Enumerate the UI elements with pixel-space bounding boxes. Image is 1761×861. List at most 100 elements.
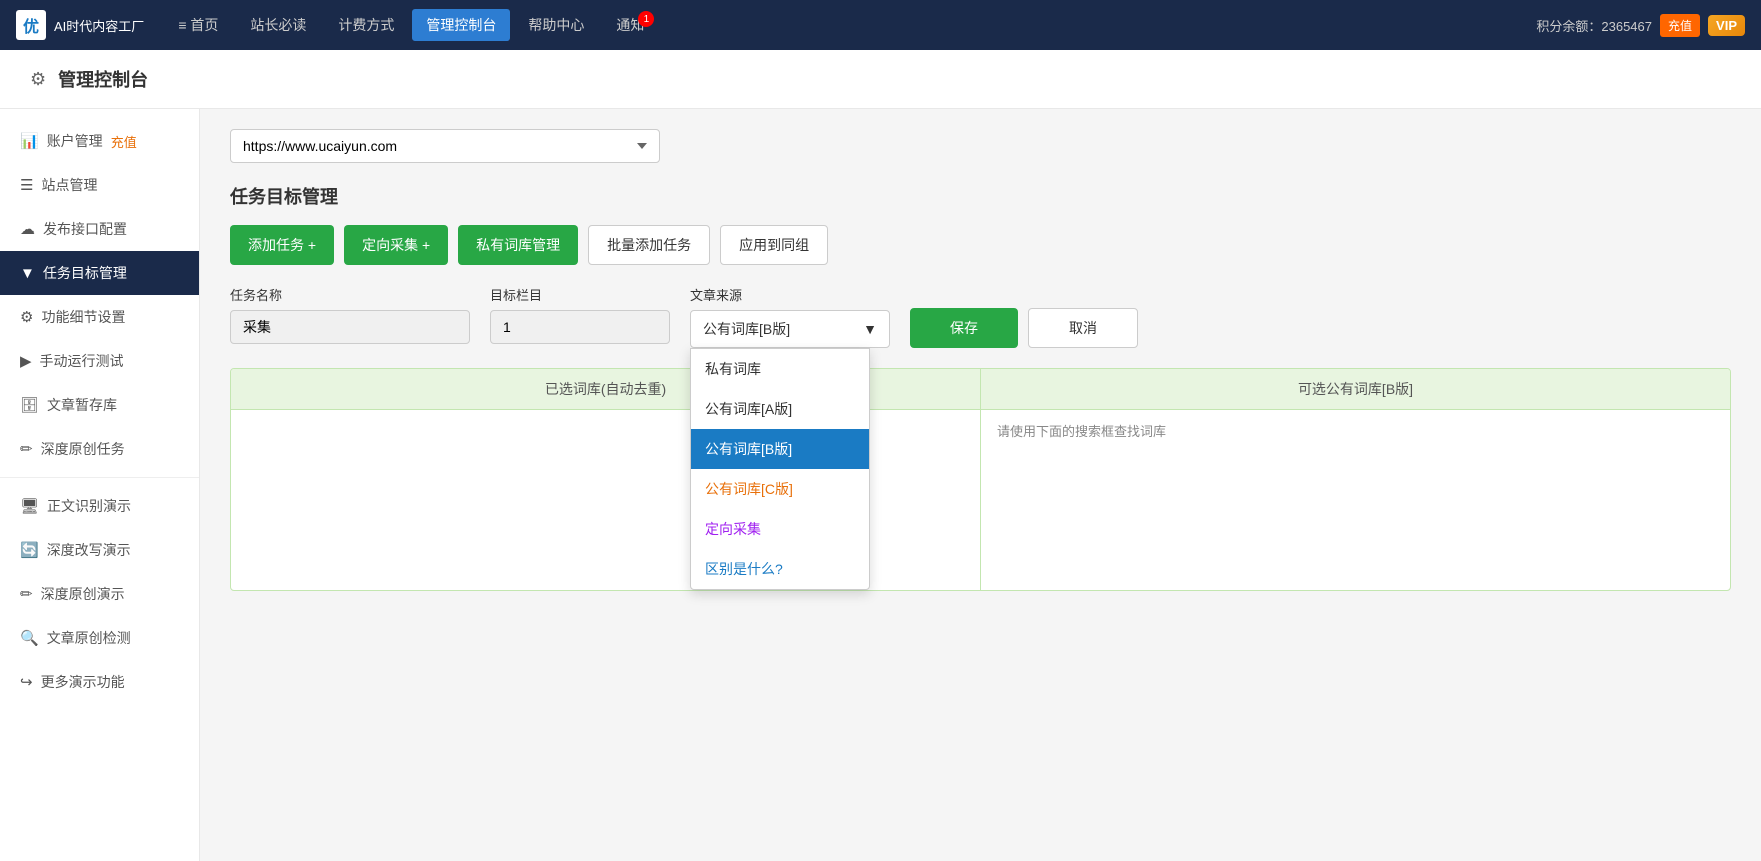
directed-collect-button[interactable]: 定向采集 + bbox=[344, 225, 448, 265]
sidebar-label-demo3: 深度原创演示 bbox=[41, 584, 125, 604]
source-group: 文章来源 公有词库[B版] ▼ 私有词库 公有词库[A版] 公有词库[B版] 公… bbox=[690, 285, 890, 348]
dropdown-public-c[interactable]: 公有词库[C版] bbox=[691, 469, 869, 509]
nav-reading[interactable]: 站长必读 bbox=[236, 9, 320, 41]
sidebar-label-draft: 文章暂存库 bbox=[47, 395, 117, 415]
demo3-icon: ✏ bbox=[20, 585, 33, 603]
points-text: 积分余额：2365467 bbox=[1536, 16, 1652, 35]
site-icon: ☰ bbox=[20, 176, 33, 194]
sidebar-item-draft[interactable]: 🗄 文章暂存库 bbox=[0, 383, 199, 427]
public-lib-col: 可选公有词库[B版] 请使用下面的搜索框查找词库 bbox=[981, 369, 1730, 590]
sidebar-divider bbox=[0, 477, 199, 478]
target-column-group: 目标栏目 bbox=[490, 285, 670, 344]
page-header: ⚙ 管理控制台 bbox=[0, 50, 1761, 109]
sidebar-label-demo1: 正文识别演示 bbox=[47, 496, 131, 516]
save-button[interactable]: 保存 bbox=[910, 308, 1018, 348]
publish-icon: ☁ bbox=[20, 220, 35, 238]
nav-pricing[interactable]: 计费方式 bbox=[324, 9, 408, 41]
main-content: https://www.ucaiyun.com 任务目标管理 添加任务 + 定向… bbox=[200, 109, 1761, 861]
url-select[interactable]: https://www.ucaiyun.com bbox=[230, 129, 660, 163]
sidebar: 📊 账户管理 充值 ☰ 站点管理 ☁ 发布接口配置 ▼ 任务目标管理 ⚙ 功能细… bbox=[0, 109, 200, 861]
sidebar-label-run: 手动运行测试 bbox=[40, 351, 124, 371]
nav-help[interactable]: 帮助中心 bbox=[514, 9, 598, 41]
logo-text: AI时代内容工厂 bbox=[54, 16, 144, 35]
demo1-icon: 🖥 bbox=[20, 497, 39, 515]
draft-icon: 🗄 bbox=[20, 396, 39, 414]
sidebar-item-demo3[interactable]: ✏ 深度原创演示 bbox=[0, 572, 199, 616]
action-buttons: 添加任务 + 定向采集 + 私有词库管理 批量添加任务 应用到同组 bbox=[230, 225, 1731, 265]
settings-icon: ⚙ bbox=[30, 69, 46, 90]
logo-area: 优 AI时代内容工厂 bbox=[16, 10, 144, 40]
dropdown-directed[interactable]: 定向采集 bbox=[691, 509, 869, 549]
recharge-button[interactable]: 充值 bbox=[1660, 14, 1700, 37]
sidebar-item-more[interactable]: ↪ 更多演示功能 bbox=[0, 660, 199, 704]
sidebar-item-account[interactable]: 📊 账户管理 充值 bbox=[0, 119, 199, 163]
page-title: 管理控制台 bbox=[58, 66, 148, 92]
task-name-label: 任务名称 bbox=[230, 285, 470, 304]
nav-home[interactable]: ≡ 首页 bbox=[164, 9, 232, 41]
nav-right: 积分余额：2365467 充值 VIP bbox=[1536, 14, 1745, 37]
sidebar-item-task[interactable]: ▼ 任务目标管理 bbox=[0, 251, 199, 295]
sidebar-label-original: 深度原创任务 bbox=[41, 439, 125, 459]
batch-add-button[interactable]: 批量添加任务 bbox=[588, 225, 710, 265]
check-icon: 🔍 bbox=[20, 629, 39, 647]
account-icon: 📊 bbox=[20, 132, 39, 150]
section-title: 任务目标管理 bbox=[230, 183, 1731, 209]
apply-group-button[interactable]: 应用到同组 bbox=[720, 225, 828, 265]
form-row: 任务名称 目标栏目 文章来源 公有词库[B版] ▼ 私有词库 bbox=[230, 285, 1731, 348]
cancel-button[interactable]: 取消 bbox=[1028, 308, 1138, 348]
chevron-down-icon: ▼ bbox=[863, 321, 877, 337]
sidebar-item-original[interactable]: ✏ 深度原创任务 bbox=[0, 427, 199, 471]
dropdown-public-b[interactable]: 公有词库[B版] bbox=[691, 429, 869, 469]
dropdown-diff[interactable]: 区别是什么? bbox=[691, 549, 869, 589]
sidebar-item-run[interactable]: ▶ 手动运行测试 bbox=[0, 339, 199, 383]
sidebar-item-site[interactable]: ☰ 站点管理 bbox=[0, 163, 199, 207]
sidebar-label-account: 账户管理 bbox=[47, 131, 103, 151]
nav-dashboard[interactable]: 管理控制台 bbox=[412, 9, 510, 41]
sidebar-label-more: 更多演示功能 bbox=[41, 672, 125, 692]
demo2-icon: 🔄 bbox=[20, 541, 39, 559]
sidebar-item-settings[interactable]: ⚙ 功能细节设置 bbox=[0, 295, 199, 339]
run-icon: ▶ bbox=[20, 352, 32, 370]
more-icon: ↪ bbox=[20, 673, 33, 691]
add-task-button[interactable]: 添加任务 + bbox=[230, 225, 334, 265]
private-lib-button[interactable]: 私有词库管理 bbox=[458, 225, 578, 265]
sidebar-item-publish[interactable]: ☁ 发布接口配置 bbox=[0, 207, 199, 251]
sidebar-item-check[interactable]: 🔍 文章原创检测 bbox=[0, 616, 199, 660]
top-navbar: 优 AI时代内容工厂 ≡ 首页 站长必读 计费方式 管理控制台 帮助中心 通知 … bbox=[0, 0, 1761, 50]
public-lib-body: 请使用下面的搜索框查找词库 bbox=[981, 410, 1730, 590]
public-lib-header: 可选公有词库[B版] bbox=[981, 369, 1730, 410]
task-name-group: 任务名称 bbox=[230, 285, 470, 344]
source-select-button[interactable]: 公有词库[B版] ▼ bbox=[690, 310, 890, 348]
source-dropdown-menu: 私有词库 公有词库[A版] 公有词库[B版] 公有词库[C版] 定向采集 区别是… bbox=[690, 348, 870, 590]
notification-badge: 1 bbox=[638, 11, 654, 27]
sidebar-label-task: 任务目标管理 bbox=[43, 263, 127, 283]
sidebar-label-settings: 功能细节设置 bbox=[41, 307, 125, 327]
vip-badge: VIP bbox=[1708, 15, 1745, 36]
sidebar-label-publish: 发布接口配置 bbox=[43, 219, 127, 239]
dropdown-public-a[interactable]: 公有词库[A版] bbox=[691, 389, 869, 429]
task-icon: ▼ bbox=[20, 265, 35, 282]
sidebar-label-site: 站点管理 bbox=[41, 175, 97, 195]
content-area: 📊 账户管理 充值 ☰ 站点管理 ☁ 发布接口配置 ▼ 任务目标管理 ⚙ 功能细… bbox=[0, 109, 1761, 861]
save-cancel-group: 保存 取消 bbox=[910, 288, 1138, 348]
settings-icon2: ⚙ bbox=[20, 308, 33, 326]
word-lib-table: 已选词库(自动去重) 可选公有词库[B版] 请使用下面的搜索框查找词库 bbox=[230, 368, 1731, 591]
task-name-input[interactable] bbox=[230, 310, 470, 344]
sidebar-label-check: 文章原创检测 bbox=[47, 628, 131, 648]
source-label: 文章来源 bbox=[690, 285, 890, 304]
target-column-label: 目标栏目 bbox=[490, 285, 670, 304]
source-select-value: 公有词库[B版] bbox=[703, 319, 790, 339]
sidebar-label-demo2: 深度改写演示 bbox=[47, 540, 131, 560]
sidebar-item-demo1[interactable]: 🖥 正文识别演示 bbox=[0, 484, 199, 528]
page-container: ⚙ 管理控制台 📊 账户管理 充值 ☰ 站点管理 ☁ 发布接口配置 ▼ 任务目标… bbox=[0, 50, 1761, 861]
sidebar-item-demo2[interactable]: 🔄 深度改写演示 bbox=[0, 528, 199, 572]
url-select-wrap: https://www.ucaiyun.com bbox=[230, 129, 1731, 163]
target-column-input[interactable] bbox=[490, 310, 670, 344]
recharge-link[interactable]: 充值 bbox=[111, 132, 137, 151]
logo-icon: 优 bbox=[16, 10, 46, 40]
original-icon: ✏ bbox=[20, 440, 33, 458]
nav-notification[interactable]: 通知 1 bbox=[602, 9, 658, 41]
save-cancel-buttons: 保存 取消 bbox=[910, 308, 1138, 348]
nav-items: ≡ 首页 站长必读 计费方式 管理控制台 帮助中心 通知 1 bbox=[164, 9, 1536, 41]
dropdown-private[interactable]: 私有词库 bbox=[691, 349, 869, 389]
